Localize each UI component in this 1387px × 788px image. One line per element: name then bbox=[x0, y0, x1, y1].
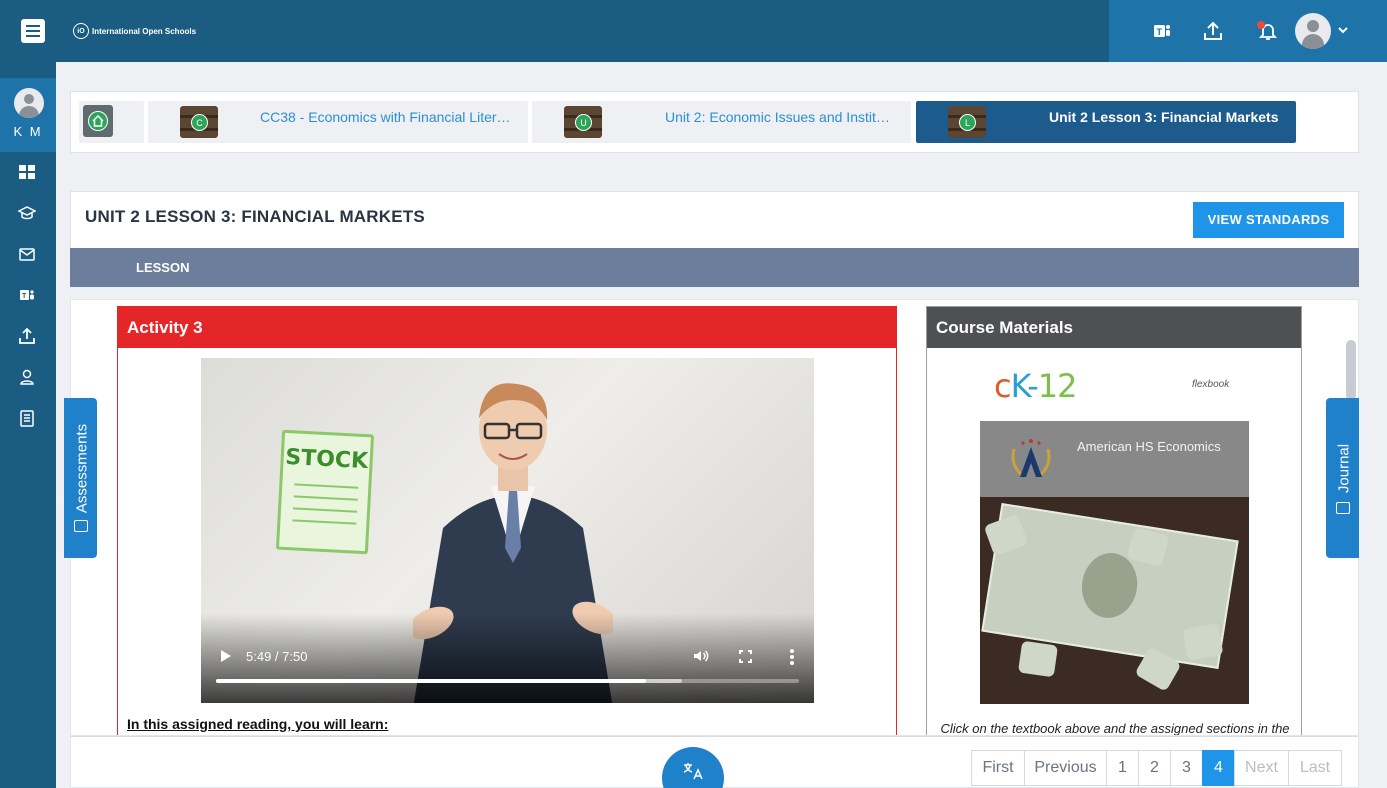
flexbook-logo: flexbook bbox=[1192, 379, 1230, 390]
activity-panel: Activity 3 STOCK 5:49 / 7:50 In this ass… bbox=[117, 306, 897, 735]
upload-icon[interactable] bbox=[17, 326, 37, 346]
chevron-down-icon[interactable] bbox=[1337, 24, 1349, 36]
materials-caption: Click on the textbook above and the assi… bbox=[940, 721, 1290, 736]
volume-icon[interactable] bbox=[693, 648, 709, 664]
textbook-title: American HS Economics bbox=[1077, 439, 1221, 454]
course-materials-panel: Course Materials cK-12 flexbook American… bbox=[926, 306, 1302, 736]
user-initials: K M bbox=[13, 124, 43, 139]
textbook-logo-icon bbox=[1011, 439, 1051, 477]
textbook-cover[interactable]: American HS Economics bbox=[980, 421, 1249, 704]
teams-icon[interactable]: T bbox=[17, 285, 37, 305]
breadcrumb-unit-label: Unit 2: Economic Issues and Institutions bbox=[665, 109, 895, 125]
home-icon[interactable] bbox=[83, 105, 113, 137]
journal-label: Journal bbox=[1335, 443, 1353, 494]
journal-tab[interactable]: Journal bbox=[1326, 398, 1359, 558]
pagination: First Previous 1 2 3 4 Next Last bbox=[971, 750, 1342, 786]
menu-icon[interactable] bbox=[21, 19, 45, 43]
user-icon[interactable] bbox=[17, 367, 37, 387]
video-played bbox=[216, 679, 647, 683]
journal-icon bbox=[1336, 502, 1350, 514]
avatar bbox=[14, 88, 44, 118]
reading-intro: In this assigned reading, you will learn… bbox=[127, 716, 389, 732]
pager-page-3[interactable]: 3 bbox=[1170, 750, 1203, 786]
materials-title: Course Materials bbox=[927, 307, 1301, 348]
brand-name: International Open Schools bbox=[92, 26, 197, 36]
breadcrumb-course[interactable]: C CC38 - Economics with Financial Litera… bbox=[148, 101, 528, 143]
user-avatar[interactable] bbox=[1295, 13, 1331, 49]
lesson-header: UNIT 2 LESSON 3: FINANCIAL MARKETS bbox=[70, 191, 1359, 248]
pager-page-1[interactable]: 1 bbox=[1106, 750, 1139, 786]
breadcrumb-lesson[interactable]: L Unit 2 Lesson 3: Financial Markets bbox=[916, 101, 1296, 143]
activity-title: Activity 3 bbox=[118, 307, 896, 348]
svg-text:T: T bbox=[22, 293, 27, 300]
mail-icon[interactable] bbox=[17, 244, 37, 264]
lesson-thumbnail: L bbox=[948, 106, 986, 138]
unit-thumbnail: U bbox=[564, 106, 602, 138]
brand-logo[interactable]: iO International Open Schools bbox=[73, 22, 196, 40]
lesson-tab-bar: LESSON bbox=[70, 248, 1359, 287]
video-progress-bar[interactable] bbox=[216, 679, 799, 683]
ck12-logo: cK-12 bbox=[994, 367, 1077, 405]
dashboard-icon[interactable] bbox=[17, 162, 37, 182]
video-time: 5:49 / 7:50 bbox=[246, 649, 308, 664]
breadcrumb-lesson-label: Unit 2 Lesson 3: Financial Markets bbox=[1049, 109, 1279, 125]
upload-icon[interactable] bbox=[1202, 20, 1224, 42]
pager-next[interactable]: Next bbox=[1234, 750, 1289, 786]
page-title: UNIT 2 LESSON 3: FINANCIAL MARKETS bbox=[85, 207, 425, 226]
translate-icon bbox=[683, 763, 703, 780]
graduation-cap-icon[interactable] bbox=[17, 203, 37, 223]
breadcrumb-unit[interactable]: U Unit 2: Economic Issues and Institutio… bbox=[532, 101, 911, 143]
teams-icon[interactable]: T bbox=[1151, 20, 1173, 42]
view-standards-button[interactable]: VIEW STANDARDS bbox=[1193, 202, 1344, 238]
assessments-tab[interactable]: Assessments bbox=[64, 398, 97, 558]
sidebar-user[interactable]: K M bbox=[0, 78, 56, 152]
pager-last[interactable]: Last bbox=[1288, 750, 1342, 786]
brand-mark: iO bbox=[73, 23, 89, 39]
pager-page-2[interactable]: 2 bbox=[1138, 750, 1171, 786]
breadcrumb-course-label: CC38 - Economics with Financial Literacy bbox=[260, 109, 518, 125]
play-icon[interactable] bbox=[221, 650, 231, 662]
pager-page-4[interactable]: 4 bbox=[1202, 750, 1235, 786]
content-scrollbar[interactable] bbox=[1346, 340, 1356, 400]
pager-first[interactable]: First bbox=[971, 750, 1025, 786]
svg-text:T: T bbox=[1157, 27, 1163, 37]
more-options-icon[interactable] bbox=[790, 649, 794, 665]
lesson-content: Activity 3 STOCK 5:49 / 7:50 In this ass… bbox=[70, 299, 1359, 736]
stock-graphic: STOCK bbox=[275, 429, 375, 555]
video-player[interactable]: STOCK 5:49 / 7:50 bbox=[201, 358, 814, 703]
assessments-label: Assessments bbox=[73, 423, 91, 514]
chart-icon bbox=[74, 520, 88, 532]
notification-badge bbox=[1257, 21, 1265, 29]
document-icon[interactable] bbox=[17, 408, 37, 428]
tab-lesson[interactable]: LESSON bbox=[136, 260, 189, 275]
pager-previous[interactable]: Previous bbox=[1024, 750, 1107, 786]
course-thumbnail: C bbox=[180, 106, 218, 138]
fullscreen-icon[interactable] bbox=[739, 650, 752, 663]
